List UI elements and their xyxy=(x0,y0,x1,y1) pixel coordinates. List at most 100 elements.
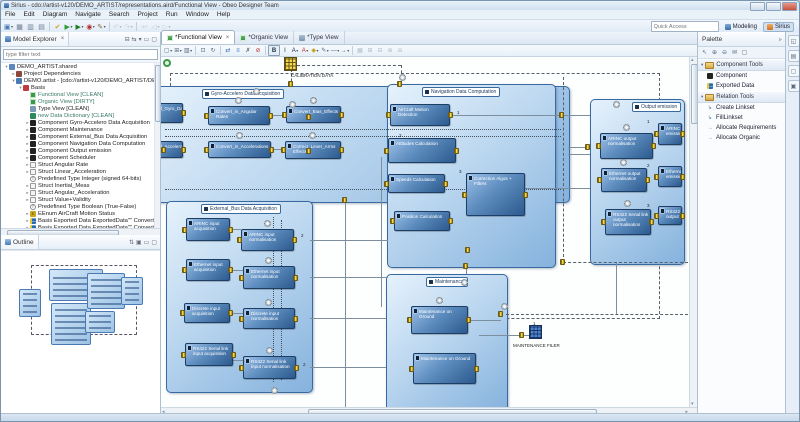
restore-icon[interactable]: ◱ xyxy=(788,35,800,47)
minimized-view-2-icon[interactable]: ▢ xyxy=(788,65,800,77)
save-icon[interactable]: ▦ xyxy=(14,21,25,32)
run-icon[interactable]: ▶▾ xyxy=(63,21,74,32)
input-port-icon[interactable] xyxy=(654,131,659,137)
input-port-icon[interactable] xyxy=(384,148,389,154)
node-correct-lever-arms-effects[interactable]: Correct_Lever_Arms Effects xyxy=(285,141,341,159)
output-port-icon[interactable] xyxy=(269,147,274,153)
quick-access-input[interactable] xyxy=(651,21,719,32)
tree-item[interactable]: Type View [CLEAN] xyxy=(1,105,160,112)
input-port-icon[interactable] xyxy=(239,365,244,371)
select-mode-icon[interactable]: ▢▾ xyxy=(163,46,173,55)
validate-icon[interactable]: ✔ xyxy=(52,21,63,32)
input-port-icon[interactable] xyxy=(237,237,242,243)
tree-item[interactable]: ▸Struct Linear_Acceleration xyxy=(1,168,160,175)
node-discrete-input-acquisition[interactable]: Discrete input acquisition xyxy=(184,303,230,323)
port-icon[interactable] xyxy=(306,114,311,120)
node-convert-in-angular-rates[interactable]: Convert_in_Angular Rates xyxy=(208,106,270,125)
node-arinc-input-normalisation[interactable]: ARINC input normalisation xyxy=(241,229,294,251)
node-arinc-input-acquisition[interactable]: ARINC input acquisition xyxy=(186,218,230,241)
close-icon[interactable]: × xyxy=(226,35,230,41)
perspective-modeling[interactable]: Modeling xyxy=(722,23,760,31)
font-icon[interactable]: A▾ xyxy=(290,46,300,55)
node-ethernet-output-normalisation[interactable]: Ethernet output normalisation xyxy=(601,168,647,192)
input-port-icon[interactable] xyxy=(239,275,244,281)
node-rs422-serial-link-input-acquisition[interactable]: RS422 Serial link input acquisition xyxy=(185,343,233,366)
output-port-icon[interactable] xyxy=(293,275,298,281)
maximize-icon[interactable]: ▢ xyxy=(151,239,157,246)
marquee-tool-icon[interactable]: ▢ xyxy=(740,48,749,57)
output-port-icon[interactable] xyxy=(466,317,471,323)
tree-item[interactable]: ▾DEMO_ARTIST.shared xyxy=(1,63,160,70)
model-explorer-tab[interactable]: Model Explorer × xyxy=(1,32,69,46)
tree-item[interactable]: ▸Component Navigation Data Computation xyxy=(1,140,160,147)
overview-icon[interactable]: ▣ xyxy=(136,239,142,246)
refresh-icon[interactable]: ↻ xyxy=(208,46,218,55)
type-filter-input[interactable] xyxy=(3,49,158,60)
port-icon[interactable] xyxy=(465,247,470,253)
input-port-icon[interactable] xyxy=(180,310,185,316)
port-icon[interactable] xyxy=(498,311,503,317)
sort-icon[interactable]: ⇅ xyxy=(129,239,134,246)
port-icon[interactable] xyxy=(397,81,402,87)
menu-help[interactable]: Help xyxy=(213,11,234,18)
input-port-icon[interactable] xyxy=(390,218,395,224)
output-port-icon[interactable] xyxy=(294,365,299,371)
node-arinc-emission[interactable]: ARINC emission xyxy=(658,123,682,145)
menu-project[interactable]: Project xyxy=(134,11,162,18)
note-tool-icon[interactable]: ✉ xyxy=(730,48,739,57)
tab-organic-view[interactable]: *Organic View xyxy=(235,31,294,44)
perspective-sirius[interactable]: Sirius xyxy=(763,22,794,32)
outline-body[interactable] xyxy=(1,250,160,416)
output-port-icon[interactable] xyxy=(228,227,233,233)
node-ethernet-input-normalisation[interactable]: Ethernet input normalisation xyxy=(243,266,295,289)
tree-item[interactable]: ▸Component Maintenance xyxy=(1,126,160,133)
edit-icon[interactable]: ✎▾ xyxy=(96,21,107,32)
node-convert-bias-effects[interactable]: Convert_Bias_Effects xyxy=(286,106,341,123)
tree-item[interactable]: ▸Basis Exported Data ExportedData"" Conv… xyxy=(1,217,160,224)
title-bar[interactable]: Sirius - cdo://artist-v120/DEMO_ARTIST/r… xyxy=(1,1,799,10)
output-port-icon[interactable] xyxy=(523,192,528,198)
output-port-icon[interactable] xyxy=(448,218,453,224)
filters-menu-icon[interactable]: ▥▾ xyxy=(183,46,193,55)
collapse-all-icon[interactable]: ⊟ xyxy=(125,36,130,43)
input-port-icon[interactable] xyxy=(239,316,244,322)
tree-item[interactable]: ▸Struct Value+Validity xyxy=(1,196,160,203)
output-port-icon[interactable] xyxy=(268,113,273,119)
input-port-icon[interactable] xyxy=(384,181,389,187)
close-icon[interactable]: × xyxy=(61,36,65,42)
line-color-icon[interactable]: ✎▾ xyxy=(320,46,330,55)
port-icon[interactable] xyxy=(559,112,564,118)
zoom-out-tool-icon[interactable]: ⊖ xyxy=(720,48,729,57)
tree-item[interactable]: new Data Dictionary [CLEAN] xyxy=(1,112,160,119)
node-rs422-serial-link-output-normalisation[interactable]: RS422 Serial link output normalisation xyxy=(605,209,651,235)
output-port-icon[interactable] xyxy=(339,112,344,118)
node-maintenance-on-ground[interactable]: Maintenance on Ground xyxy=(411,306,468,334)
tree-vertical-scrollbar[interactable] xyxy=(154,63,160,228)
save-all-icon[interactable]: ▥ xyxy=(25,21,36,32)
next-annotation-icon[interactable]: ↷▾ xyxy=(123,21,134,32)
output-port-icon[interactable] xyxy=(443,181,448,187)
node-correction-algos-filters[interactable]: Correction Algos + Filters xyxy=(466,173,525,216)
port-icon[interactable] xyxy=(463,263,468,269)
menu-edit[interactable]: Edit xyxy=(19,11,38,18)
palette-collapse-icon[interactable]: ▹ xyxy=(779,36,782,43)
node-discrete-input-normalisation[interactable]: Discrete input normalisation xyxy=(243,308,295,329)
minimize-icon[interactable]: ▭ xyxy=(144,239,150,246)
menu-search[interactable]: Search xyxy=(105,11,134,18)
arrange-menu-icon[interactable]: ⊞▾ xyxy=(173,46,183,55)
external-tools-icon[interactable]: ◉▾ xyxy=(85,21,96,32)
input-port-icon[interactable] xyxy=(386,112,391,118)
minimized-view-3-icon[interactable]: ▣ xyxy=(788,80,800,92)
arrow-style-icon[interactable]: →▾ xyxy=(340,46,350,55)
output-port-icon[interactable] xyxy=(181,110,186,116)
input-port-icon[interactable] xyxy=(601,219,606,225)
select-tool-icon[interactable]: ↖ xyxy=(700,48,709,57)
input-port-icon[interactable] xyxy=(409,366,414,372)
input-port-icon[interactable] xyxy=(596,143,601,149)
input-port-icon[interactable] xyxy=(654,174,659,180)
input-port-icon[interactable] xyxy=(281,147,286,153)
italic-icon[interactable]: I xyxy=(280,46,290,55)
arrange-all-icon[interactable]: ⇄ xyxy=(223,46,233,55)
back-icon[interactable]: ◁▾ xyxy=(150,21,161,32)
output-port-icon[interactable] xyxy=(448,112,453,118)
